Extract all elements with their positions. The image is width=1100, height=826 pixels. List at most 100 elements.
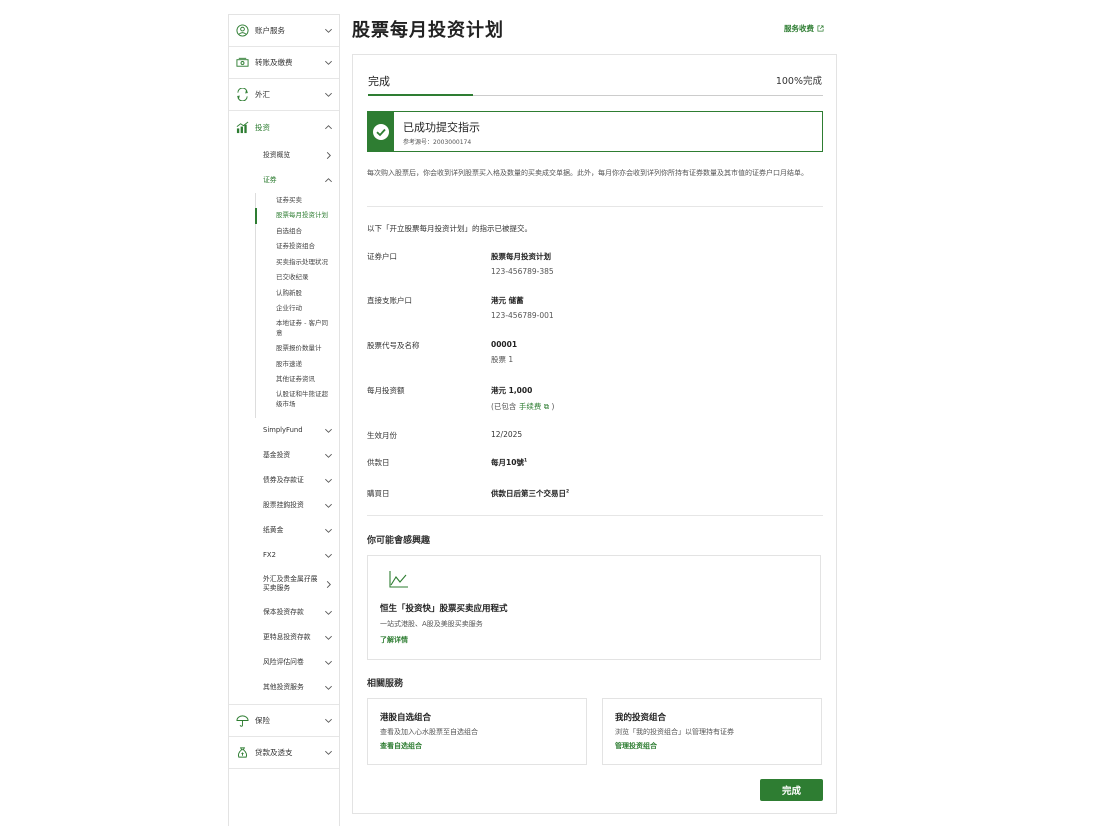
sidebar-item-label: 风险评估问卷 [263, 658, 304, 667]
sidebar-item-risk-questionnaire[interactable]: 风险评估问卷 [229, 650, 339, 675]
sidebar-item-order-status[interactable]: 买卖指示处理状况 [256, 255, 339, 270]
sidebar-item-label: 投资概览 [263, 150, 291, 159]
sidebar-item-portfolio[interactable]: 证券投资组合 [256, 239, 339, 254]
learn-more-link[interactable]: 了解详情 [380, 635, 408, 645]
related-card-desc: 浏览「我的投资组合」以管理持有证券 [615, 728, 734, 736]
sidebar-item-ipo[interactable]: 认购新股 [256, 286, 339, 301]
promo-card: 恒生「投资快」股票买卖应用程式 一站式港股、A股及美股买卖服务 了解详情 [367, 555, 821, 660]
sidebar-item-forex[interactable]: 外汇 [229, 79, 339, 111]
detail-value: 12/2025 [491, 430, 523, 439]
handling-fee-link[interactable]: 手续费 [519, 402, 542, 411]
detail-row-debit-day: 供款日 每月10號1 [367, 457, 823, 468]
progress-text: 100%完成 [775, 76, 822, 87]
done-button[interactable]: 完成 [760, 779, 823, 801]
service-fee-link[interactable]: 服务收费 [784, 23, 824, 34]
sidebar-item-label: 账户服务 [255, 26, 285, 35]
sidebar-item-funds[interactable]: 基金投资 [229, 443, 339, 468]
sidebar-item-other-info[interactable]: 其他证券资讯 [256, 372, 339, 387]
sidebar-item-premium-deposit[interactable]: 更特息投资存款 [229, 625, 339, 650]
sidebar-item-fx2[interactable]: FX2 [229, 543, 339, 568]
sidebar-item-investment[interactable]: 投资 [229, 111, 339, 143]
detail-row-monthly-amount: 每月投资额 港元 1,000 (已包含 手续费 ⧉ ) [367, 385, 823, 412]
sidebar-item-label: 更特息投资存款 [263, 633, 311, 642]
user-circle-icon [235, 24, 249, 38]
detail-subvalue: 123-456789-385 [491, 267, 554, 276]
sidebar-item-quote-meter[interactable]: 股票报价数量计 [256, 341, 339, 356]
sidebar-item-simplyfund[interactable]: SimplyFund [229, 418, 339, 443]
sidebar-item-label: 债券及存款证 [263, 476, 304, 485]
detail-value: 供款日后第三个交易日 [491, 489, 566, 498]
intro-text: 以下「开立股票每月投资计划」的指示已被提交。 [367, 224, 532, 233]
check-circle-icon [373, 123, 389, 140]
sidebar-item-insurance[interactable]: 保险 [229, 705, 339, 738]
investment-submenu: 投资概览 证券 证券买卖 股票每月投资计划 自选组合 证券投资组合 买卖指示处理… [229, 143, 339, 706]
sidebar-item-loans[interactable]: 贷款及透支 [229, 737, 339, 770]
investment-chart-icon [235, 120, 249, 134]
divider [367, 206, 823, 207]
umbrella-icon [235, 714, 249, 728]
page-title: 股票每月投资计划 [352, 20, 504, 41]
sidebar-item-securities-trading[interactable]: 证券买卖 [256, 193, 339, 208]
promo-title: 恒生「投资快」股票买卖应用程式 [380, 604, 508, 614]
footnote-marker: 1 [523, 458, 528, 464]
line-chart-icon [389, 571, 408, 588]
sidebar-item-corporate-action[interactable]: 企业行动 [256, 301, 339, 316]
sidebar-item-label: 外汇及贵金属孖展买卖服务 [263, 574, 318, 593]
manage-portfolio-link[interactable]: 管理投资组合 [615, 741, 809, 751]
sidebar-nav: 账户服务 转账及缴费 外汇 投资 投资概览 证券 证券买卖 股票每月投资计划 自… [228, 14, 340, 826]
sidebar-item-market-express[interactable]: 股市速递 [256, 357, 339, 372]
sidebar-item-account-services[interactable]: 账户服务 [229, 15, 339, 47]
chevron-down-icon [323, 476, 333, 486]
detail-label: 直接支账户口 [367, 296, 412, 305]
detail-value: 股票每月投资计划 [491, 252, 551, 261]
related-card-portfolio: 我的投资组合 浏览「我的投资组合」以管理持有证券 管理投资组合 [602, 698, 822, 765]
chevron-down-icon [323, 526, 333, 536]
detail-value: 00001 [491, 340, 518, 349]
detail-label: 股票代号及名称 [367, 341, 420, 350]
sidebar-item-margin-trading[interactable]: 外汇及贵金属孖展买卖服务 [229, 568, 339, 600]
sidebar-item-capital-protected[interactable]: 保本投资存款 [229, 600, 339, 625]
sidebar-item-securities[interactable]: 证券 [229, 168, 339, 193]
progress-bar-fill [368, 94, 473, 96]
sidebar-item-label: 转账及缴费 [255, 58, 293, 67]
sidebar-item-label: 基金投资 [263, 451, 291, 460]
chevron-down-icon [323, 716, 333, 726]
sidebar-item-transfer[interactable]: 转账及缴费 [229, 47, 339, 79]
sidebar-item-label: 其他投资服务 [263, 683, 304, 692]
sidebar-item-label: 保险 [255, 716, 270, 726]
chevron-up-icon [323, 122, 333, 132]
detail-row-securities-account: 证券户口 股票每月投资计划 123-456789-385 [367, 251, 823, 276]
related-card-title: 我的投资组合 [615, 713, 667, 723]
sidebar-item-client-consent[interactable]: 本地证券 - 客户同意 [256, 316, 339, 341]
related-heading: 相關服務 [367, 679, 404, 689]
sidebar-item-bonds[interactable]: 债券及存款证 [229, 468, 339, 493]
chevron-down-icon [323, 58, 333, 68]
confirmation-card: 完成 100%完成 已成功提交指示 参考源号：2003000174 每次购入股票… [352, 54, 837, 814]
sidebar-item-invest-overview[interactable]: 投资概览 [229, 143, 339, 168]
sidebar-item-label: 纸黄金 [263, 526, 284, 535]
chevron-down-icon [323, 426, 333, 436]
sidebar-item-equity-linked[interactable]: 股票挂鈎投资 [229, 493, 339, 518]
detail-label: 证券户口 [367, 252, 397, 261]
sidebar-item-label: SimplyFund [263, 426, 303, 435]
detail-label: 生效月份 [367, 431, 397, 440]
chevron-right-icon [323, 579, 333, 589]
chevron-right-icon [323, 151, 333, 161]
success-title: 已成功提交指示 [403, 121, 480, 134]
securities-submenu: 证券买卖 股票每月投资计划 自选组合 证券投资组合 买卖指示处理状况 已交收纪录… [255, 193, 339, 419]
sidebar-item-other-invest[interactable]: 其他投资服务 [229, 675, 339, 700]
sidebar-item-paper-gold[interactable]: 纸黄金 [229, 518, 339, 543]
footnote-marker: 2 [566, 489, 570, 495]
sidebar-item-monthly-plan[interactable]: 股票每月投资计划 [255, 208, 339, 225]
step-label: 完成 [368, 75, 390, 88]
related-card-desc: 查看及加入心水股票至自选组合 [380, 728, 478, 736]
amount-note-suffix: ) [551, 402, 555, 411]
sidebar-item-label: 证券 [263, 175, 277, 184]
view-watchlist-link[interactable]: 查看自选组合 [380, 741, 574, 751]
chevron-down-icon [323, 683, 333, 693]
sidebar-item-warrants-market[interactable]: 认股证和牛熊证超级市场 [256, 387, 339, 412]
sidebar-item-settled-records[interactable]: 已交收纪录 [256, 270, 339, 285]
sidebar-item-watchlist[interactable]: 自选组合 [256, 224, 339, 239]
success-banner: 已成功提交指示 参考源号：2003000174 [367, 111, 823, 152]
sidebar-item-label: 外汇 [255, 90, 270, 99]
